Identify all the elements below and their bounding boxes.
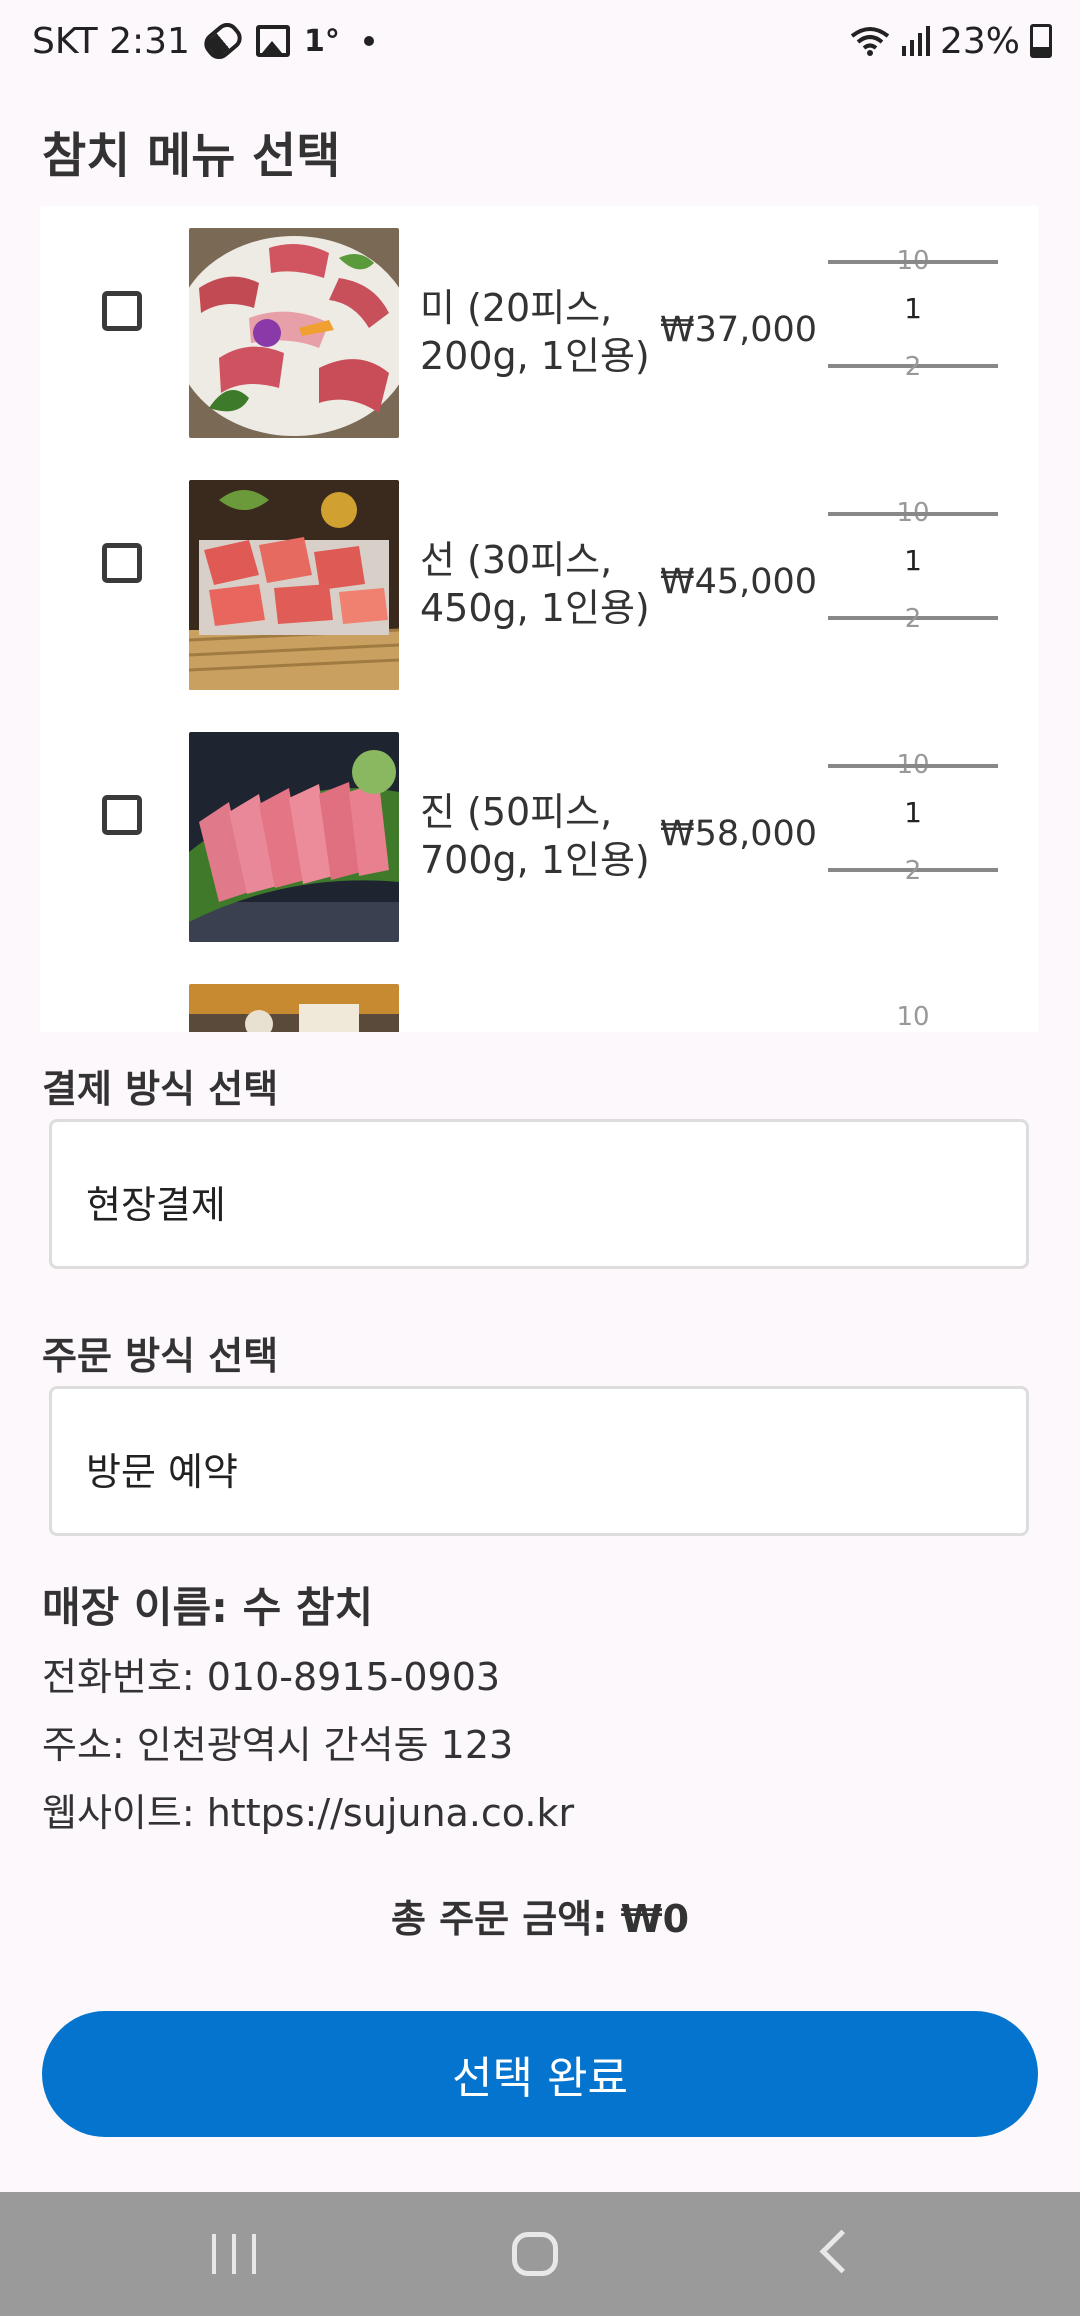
menu-item-image (189, 732, 399, 942)
payment-method-value: 현장결제 (86, 1183, 226, 1227)
carrier-time: SKT 2:31 (32, 20, 190, 62)
payment-method-select[interactable]: 현장결제 (49, 1119, 1029, 1269)
back-icon[interactable] (819, 2229, 864, 2274)
wifi-icon (850, 27, 890, 56)
menu-list[interactable]: 미 (20피스, 200g, 1인용) ₩37,000 10 1 2 선 (30… (40, 206, 1038, 1032)
pill-icon (199, 18, 247, 64)
picker-selected-value: 1 (904, 544, 922, 577)
menu-item: 선 (30피스, 450g, 1인용) ₩45,000 10 1 2 (40, 458, 1038, 690)
menu-item-price: ₩58,000 (660, 814, 818, 854)
quantity-picker[interactable]: 10 1 2 (828, 246, 998, 382)
picker-next-value: 2 (904, 604, 922, 634)
payment-method-label: 결제 방식 선택 (42, 1067, 279, 1111)
menu-item-price: ₩45,000 (660, 562, 818, 602)
picker-divider (828, 764, 998, 768)
quantity-picker[interactable]: 10 1 2 (828, 498, 998, 634)
menu-item-checkbox[interactable] (102, 795, 142, 835)
picker-next-value: 2 (904, 352, 922, 382)
store-address: 주소: 인천광역시 간석동 123 (42, 1723, 514, 1767)
picker-selected-value: 1 (904, 796, 922, 829)
notification-dot-icon (363, 36, 374, 46)
order-method-label: 주문 방식 선택 (42, 1334, 279, 1378)
store-website: 웹사이트: https://sujuna.co.kr (42, 1791, 575, 1835)
menu-item-price: ₩37,000 (660, 310, 818, 350)
menu-item-checkbox[interactable] (102, 291, 142, 331)
menu-item: 미 (20피스, 200g, 1인용) ₩37,000 10 1 2 (40, 206, 1038, 438)
battery-percent: 23% (939, 20, 1020, 62)
picker-divider (828, 260, 998, 264)
menu-item: 진 (50피스, 700g, 1인용) ₩58,000 10 1 2 (40, 710, 1038, 942)
system-nav-bar (0, 2192, 1080, 2316)
store-phone: 전화번호: 010-8915-0903 (42, 1655, 501, 1699)
picker-prev-value: 10 (896, 1002, 930, 1032)
quantity-picker[interactable]: 10 1 2 (828, 750, 998, 886)
picker-divider (828, 512, 998, 516)
home-icon[interactable] (512, 2232, 558, 2276)
order-method-value: 방문 예약 (86, 1450, 238, 1494)
menu-item-image (189, 984, 399, 1032)
menu-item-image (189, 480, 399, 690)
recent-apps-icon[interactable] (212, 2234, 256, 2274)
picker-next-value: 2 (904, 856, 922, 886)
quantity-picker[interactable]: 10 (828, 1002, 998, 1032)
picker-selected-value: 1 (904, 292, 922, 325)
menu-item-image (189, 228, 399, 438)
temperature: 1° (303, 23, 340, 59)
menu-item-name: 선 (30피스, 450g, 1인용) (420, 538, 650, 630)
order-method-select[interactable]: 방문 예약 (49, 1386, 1029, 1536)
menu-item-name: 미 (20피스, 200g, 1인용) (420, 286, 650, 378)
battery-icon (1030, 24, 1052, 58)
store-name: 매장 이름: 수 참치 (42, 1583, 374, 1632)
submit-button[interactable]: 선택 완료 (42, 2011, 1038, 2137)
menu-item-name: 진 (50피스, 700g, 1인용) (420, 790, 650, 882)
menu-item-checkbox[interactable] (102, 543, 142, 583)
signal-icon (901, 26, 930, 56)
submit-button-label: 선택 완료 (452, 2053, 628, 2104)
order-total: 총 주문 금액: ₩0 (390, 1897, 690, 1941)
status-bar: SKT 2:31 1° 23% (0, 0, 1080, 82)
image-icon (255, 25, 290, 57)
page-title: 참치 메뉴 선택 (42, 128, 341, 184)
menu-item: 10 (40, 962, 1038, 1032)
